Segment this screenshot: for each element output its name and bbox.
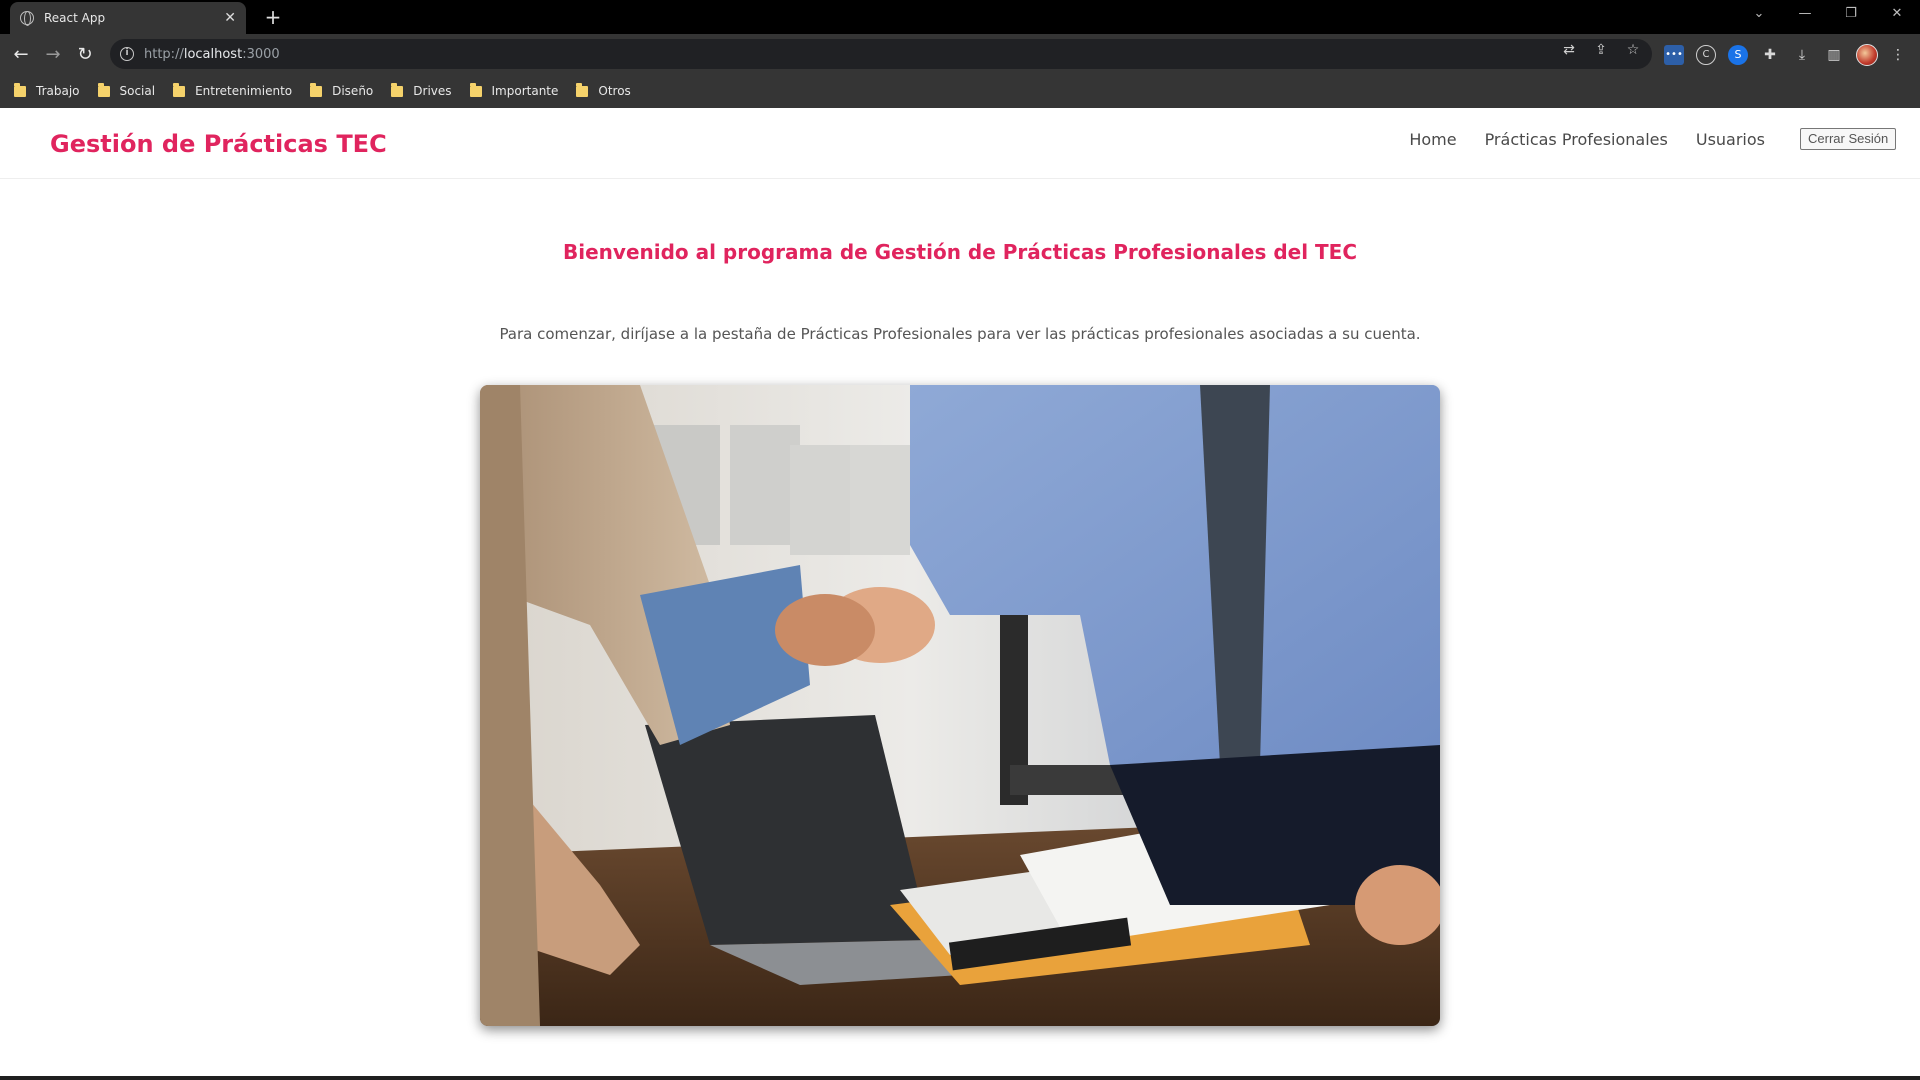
nav-practicas[interactable]: Prácticas Profesionales [1485,130,1668,149]
browser-tab[interactable]: React App ✕ [10,2,246,34]
nav-links: Home Prácticas Profesionales Usuarios [1409,130,1765,149]
folder-icon [469,82,482,97]
bookmark-social[interactable]: Social [97,82,155,98]
tab-search-icon[interactable]: ⌄ [1736,0,1782,30]
extension-s-icon[interactable]: S [1728,45,1748,65]
new-tab-button[interactable]: + [260,4,286,30]
tab-close-icon[interactable]: ✕ [224,10,236,26]
reload-icon[interactable]: ↻ [72,42,98,68]
bookmark-entretenimiento[interactable]: Entretenimiento [173,82,292,98]
window-close-icon[interactable]: ✕ [1874,0,1920,30]
bookmark-diseno[interactable]: Diseño [310,82,373,98]
folder-icon [391,82,404,97]
nav-usuarios[interactable]: Usuarios [1696,130,1765,149]
folder-icon [173,82,186,97]
tab-strip: React App ✕ + ⌄ — ❐ ✕ [0,0,1920,34]
profile-avatar[interactable] [1856,44,1878,66]
folder-icon [310,82,323,97]
toolbar: ← → ↻ i http://localhost:3000 ⇄ ⇪ ☆ ••• … [0,34,1920,74]
app-page: Gestión de Prácticas TEC Home Prácticas … [0,108,1920,1078]
welcome-heading: Bienvenido al programa de Gestión de Prá… [563,240,1357,264]
app-navbar: Gestión de Prácticas TEC Home Prácticas … [0,108,1920,179]
extension-dots-icon[interactable]: ••• [1664,45,1684,65]
restore-icon[interactable]: ❐ [1828,0,1874,30]
info-icon[interactable]: i [120,47,134,61]
download-icon[interactable]: ⤓ [1792,45,1812,65]
back-arrow-icon[interactable]: ← [8,42,34,68]
extension-c-icon[interactable]: C [1696,45,1716,65]
handshake-illustration [480,385,1440,1026]
nav-home[interactable]: Home [1409,130,1456,149]
globe-icon [20,11,34,26]
translate-icon[interactable]: ⇄ [1560,41,1578,59]
tab-title: React App [44,11,106,25]
folder-icon [576,82,589,97]
share-icon[interactable]: ⇪ [1592,41,1610,59]
folder-icon [14,82,26,97]
forward-arrow-icon[interactable]: → [40,42,66,68]
address-bar[interactable]: i http://localhost:3000 [110,39,1652,69]
bookmarks-bar: Trabajo Social Entretenimiento Diseño Dr… [0,74,1920,108]
bookmark-drives[interactable]: Drives [391,82,452,98]
logout-button[interactable]: Cerrar Sesión [1800,128,1897,150]
bookmark-importante[interactable]: Importante [469,82,558,98]
instructions-text: Para comenzar, diríjase a la pestaña de … [499,325,1421,343]
sidepanel-icon[interactable]: ▥ [1824,45,1844,65]
brand-title[interactable]: Gestión de Prácticas TEC [50,130,387,158]
bookmark-trabajo[interactable]: Trabajo [14,82,80,98]
url-text: http://localhost:3000 [144,46,280,62]
menu-icon[interactable]: ⋮ [1888,45,1908,65]
extensions-icon[interactable]: ✚ [1760,45,1780,65]
star-icon[interactable]: ☆ [1624,41,1642,59]
handshake-image [480,385,1440,1026]
minimize-icon[interactable]: — [1782,0,1828,30]
bookmark-otros[interactable]: Otros [576,82,631,98]
folder-icon [97,82,110,97]
taskbar-edge [0,1076,1920,1080]
